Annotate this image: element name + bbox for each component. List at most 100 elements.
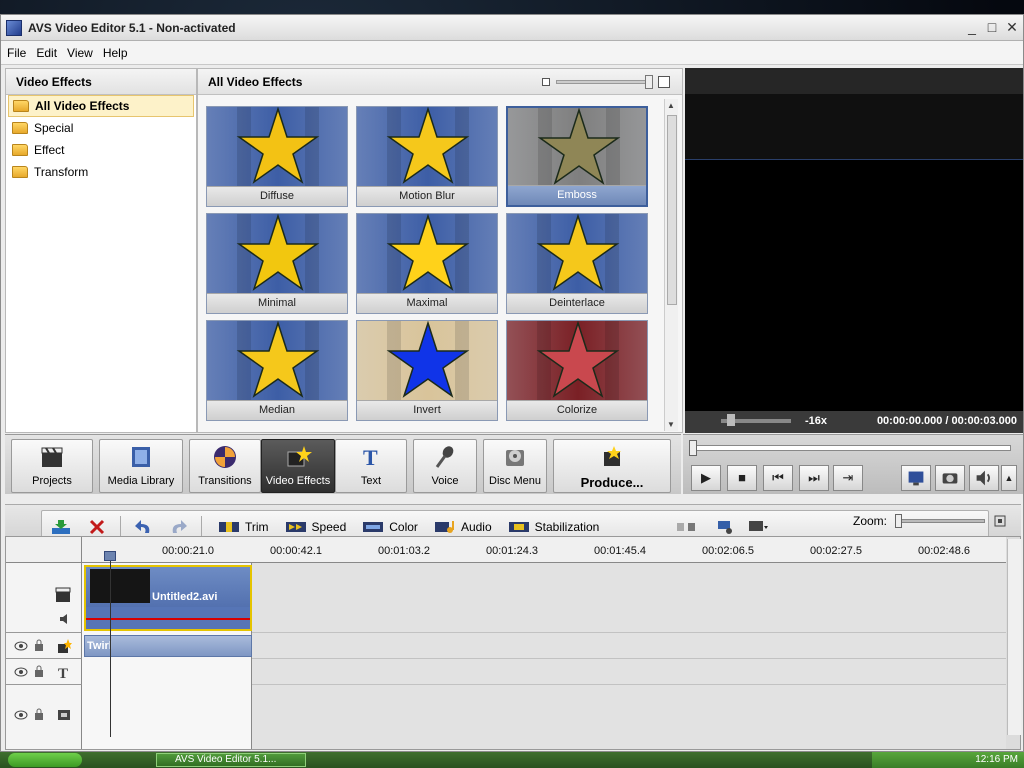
maximize-button[interactable]: □	[985, 19, 999, 36]
star-icon	[357, 107, 497, 187]
start-button[interactable]	[8, 753, 82, 767]
volume-icon[interactable]	[969, 465, 999, 491]
transitions-button[interactable]: Transitions	[189, 439, 261, 493]
clip-thumbnail	[90, 569, 150, 603]
stop-button[interactable]: ■	[727, 465, 757, 491]
snapshot-icon[interactable]	[935, 465, 965, 491]
effect-tile-label: Diffuse	[207, 186, 347, 206]
fit-to-window-icon[interactable]	[993, 514, 1007, 528]
scroll-thumb[interactable]	[667, 115, 677, 305]
effect-tile-maximal[interactable]: Maximal	[356, 213, 498, 314]
category-special[interactable]: Special	[8, 117, 194, 139]
undo-icon[interactable]	[133, 519, 155, 535]
menu-file[interactable]: File	[7, 46, 26, 60]
previous-frame-button[interactable]: ⏮	[763, 465, 793, 491]
produce-button[interactable]: Produce...	[553, 439, 671, 493]
size-track[interactable]	[556, 75, 653, 89]
effect-tile-minimal[interactable]: Minimal	[206, 213, 348, 314]
minimize-button[interactable]: _	[965, 19, 979, 36]
taskbar-item[interactable]: AVS Video Editor 5.1...	[156, 753, 306, 767]
star-icon	[207, 321, 347, 401]
thumbnail-size-slider[interactable]	[542, 75, 670, 89]
monitor-icon[interactable]	[901, 465, 931, 491]
category-transform[interactable]: Transform	[8, 161, 194, 183]
effect-tile-label: Motion Blur	[357, 186, 497, 206]
effect-tile-label: Deinterlace	[507, 293, 647, 313]
title-bar[interactable]: AVS Video Editor 5.1 - Non-activated _ □…	[1, 15, 1023, 41]
next-frame-button[interactable]: ⏭	[799, 465, 829, 491]
redo-icon[interactable]	[167, 519, 189, 535]
color-tool[interactable]: Color	[362, 519, 418, 535]
disc-menu-button[interactable]: Disc Menu	[483, 439, 547, 493]
clapper-icon	[55, 587, 71, 602]
close-button[interactable]: ✕	[1005, 19, 1019, 36]
eye-icon[interactable]	[14, 666, 28, 678]
timeline: 00:00:21.0 00:00:42.1 00:01:03.2 00:01:2…	[5, 536, 1021, 750]
effect-tile-colorize[interactable]: Colorize	[506, 320, 648, 421]
seek-bar[interactable]	[689, 440, 1011, 456]
menu-help[interactable]: Help	[103, 46, 128, 60]
time-ruler[interactable]: 00:00:21.0 00:00:42.1 00:01:03.2 00:01:2…	[82, 537, 1006, 563]
seek-knob[interactable]	[689, 440, 697, 456]
lock-icon[interactable]	[32, 665, 46, 677]
effect-tile-invert[interactable]: Invert	[356, 320, 498, 421]
voice-button[interactable]: Voice	[413, 439, 477, 493]
fullscreen-preview-button[interactable]: ⇥	[833, 465, 863, 491]
lock-icon[interactable]	[32, 639, 46, 651]
zoom-slider[interactable]	[895, 514, 985, 528]
record-screen-icon[interactable]	[713, 519, 735, 535]
eye-icon[interactable]	[14, 640, 28, 652]
add-to-timeline-icon[interactable]	[50, 519, 72, 535]
lock-icon[interactable]	[32, 708, 46, 720]
effects-category-panel: Video Effects All Video Effects Special …	[5, 68, 197, 433]
effects-gallery: All Video Effects Diffuse Motion Blur Embo…	[197, 68, 683, 433]
zoom-knob[interactable]	[895, 514, 902, 528]
eye-icon[interactable]	[14, 709, 28, 721]
window-title: AVS Video Editor 5.1 - Non-activated	[28, 20, 236, 35]
speed-knob[interactable]	[727, 414, 735, 426]
transitions-label: Transitions	[198, 475, 252, 487]
speaker-icon[interactable]	[58, 613, 72, 625]
text-button[interactable]: T Text	[335, 439, 407, 493]
stabilization-tool[interactable]: Stabilization	[508, 519, 599, 535]
playback-speed: -16x	[805, 415, 828, 427]
produce-label: Produce...	[580, 475, 644, 490]
split-view-icon[interactable]	[675, 519, 697, 535]
effect-tile-median[interactable]: Median	[206, 320, 348, 421]
audio-tool[interactable]: Audio	[434, 519, 492, 535]
effect-tile-emboss[interactable]: Emboss	[506, 106, 648, 207]
scroll-up-icon[interactable]: ▲	[667, 101, 675, 110]
scroll-down-icon[interactable]: ▼	[667, 420, 675, 429]
media-library-button[interactable]: Media Library	[99, 439, 183, 493]
delete-icon[interactable]	[86, 519, 108, 535]
time-tick: 00:01:03.2	[378, 545, 430, 557]
volume-dropdown-icon[interactable]: ▲	[1001, 465, 1017, 491]
video-effects-button[interactable]: Video Effects	[261, 439, 335, 493]
speed-tool[interactable]: Speed	[285, 519, 346, 535]
projects-button[interactable]: Projects	[11, 439, 93, 493]
display-mode-icon[interactable]	[747, 519, 769, 535]
playhead-handle[interactable]	[104, 551, 116, 561]
effects-track-header	[6, 633, 82, 659]
playback-controls: ▶ ■ ⏮ ⏭ ⇥ ▲	[683, 434, 1023, 494]
star-icon	[357, 321, 497, 401]
effect-tile-label: Maximal	[357, 293, 497, 313]
menu-edit[interactable]: Edit	[36, 46, 57, 60]
playback-time: 00:00:00.000 / 00:00:03.000	[876, 415, 1017, 427]
category-effect[interactable]: Effect	[8, 139, 194, 161]
category-all-video-effects[interactable]: All Video Effects	[8, 95, 194, 117]
effect-tile-motion-blur[interactable]: Motion Blur	[356, 106, 498, 207]
effect-tile-diffuse[interactable]: Diffuse	[206, 106, 348, 207]
folder-icon	[12, 122, 28, 134]
size-knob[interactable]	[645, 75, 653, 89]
large-size-icon	[658, 76, 670, 88]
timeline-zoom: Zoom:	[853, 514, 1007, 528]
menu-view[interactable]: View	[67, 46, 93, 60]
effect-tile-deinterlace[interactable]: Deinterlace	[506, 213, 648, 314]
timeline-vertical-scrollbar[interactable]	[1007, 539, 1021, 735]
play-button[interactable]: ▶	[691, 465, 721, 491]
preview-status-bar: -16x 00:00:00.000 / 00:00:03.000	[685, 411, 1023, 433]
video-effects-icon	[287, 446, 312, 467]
trim-tool[interactable]: Trim	[218, 519, 269, 535]
gallery-scrollbar[interactable]: ▲ ▼	[664, 99, 678, 431]
